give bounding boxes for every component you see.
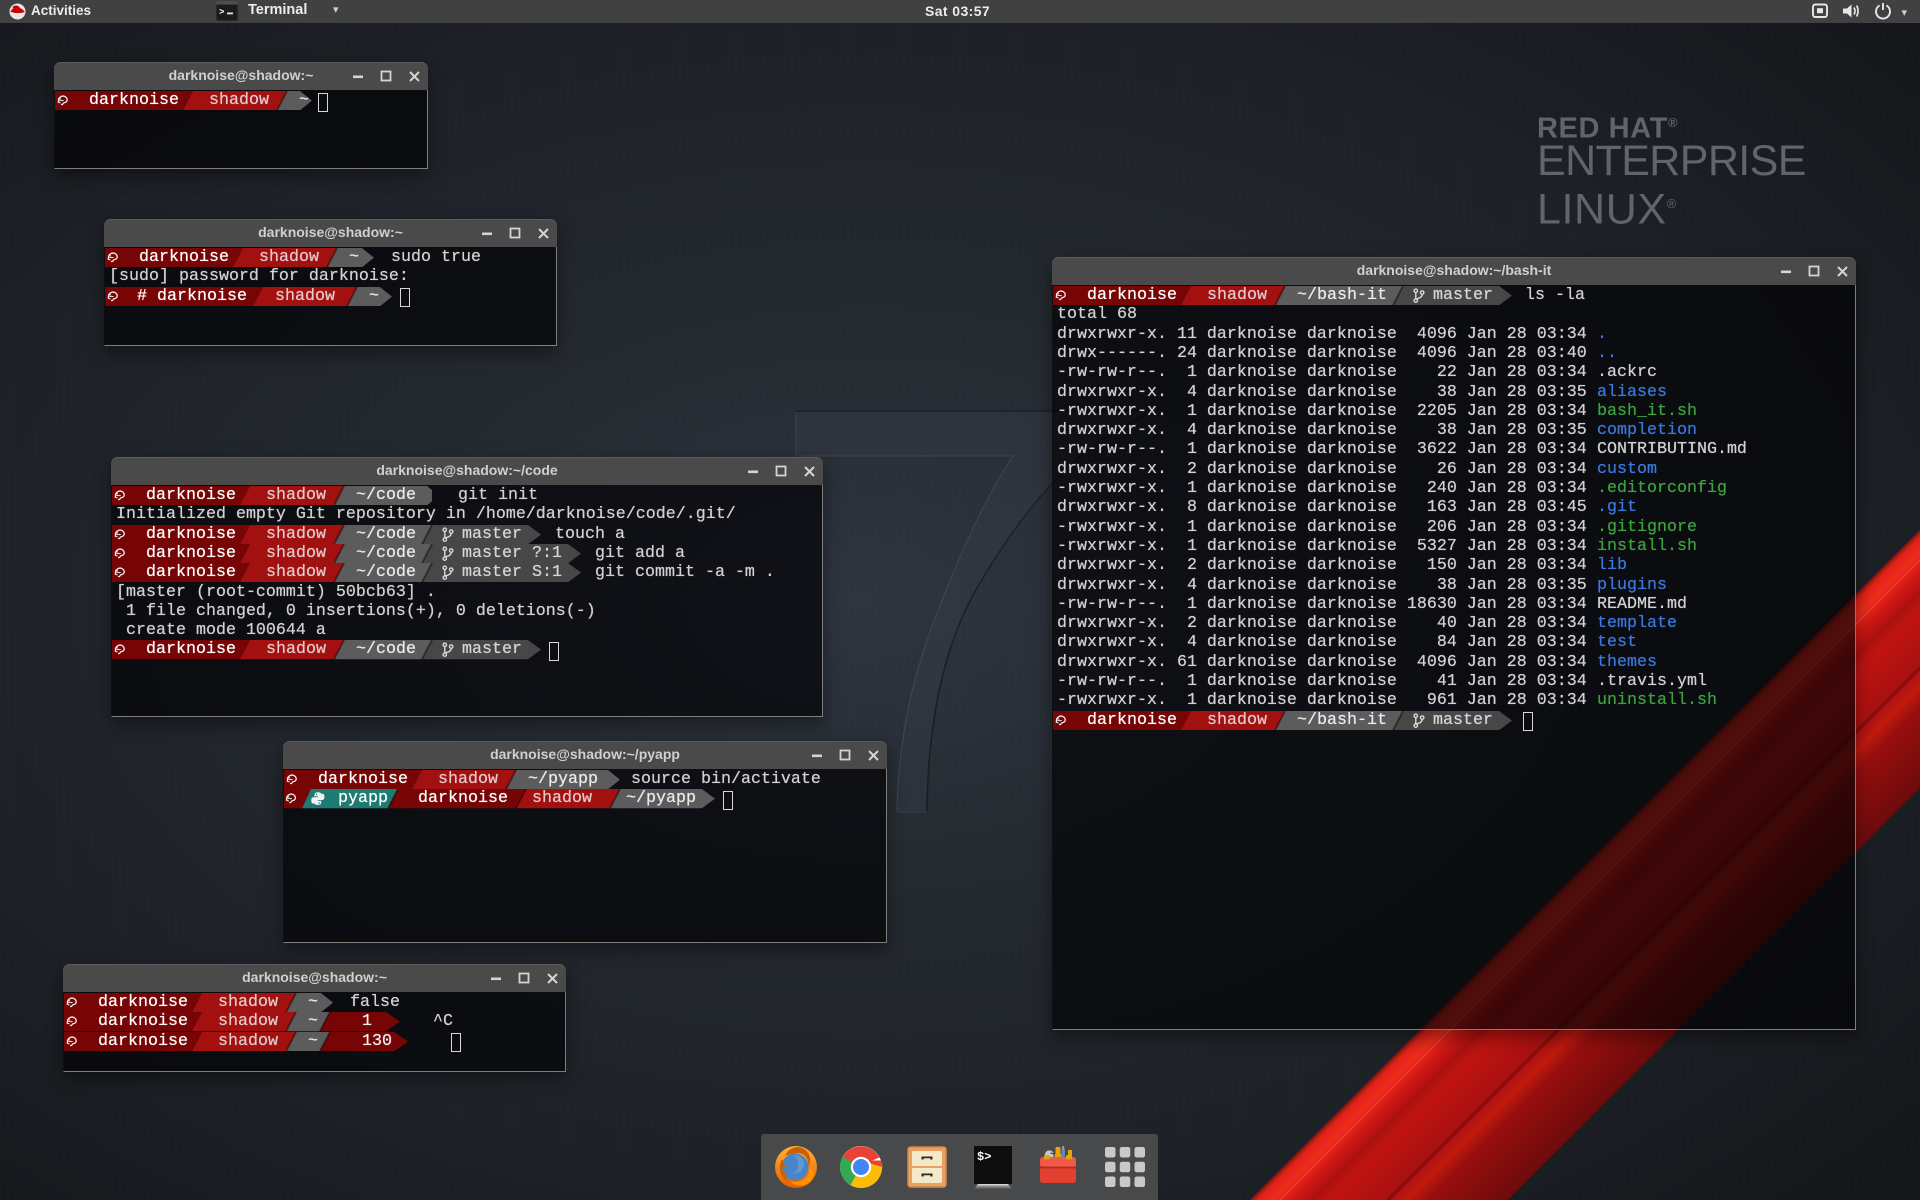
svg-text:$>: $> — [977, 1150, 991, 1164]
svg-text:>: > — [219, 8, 224, 18]
